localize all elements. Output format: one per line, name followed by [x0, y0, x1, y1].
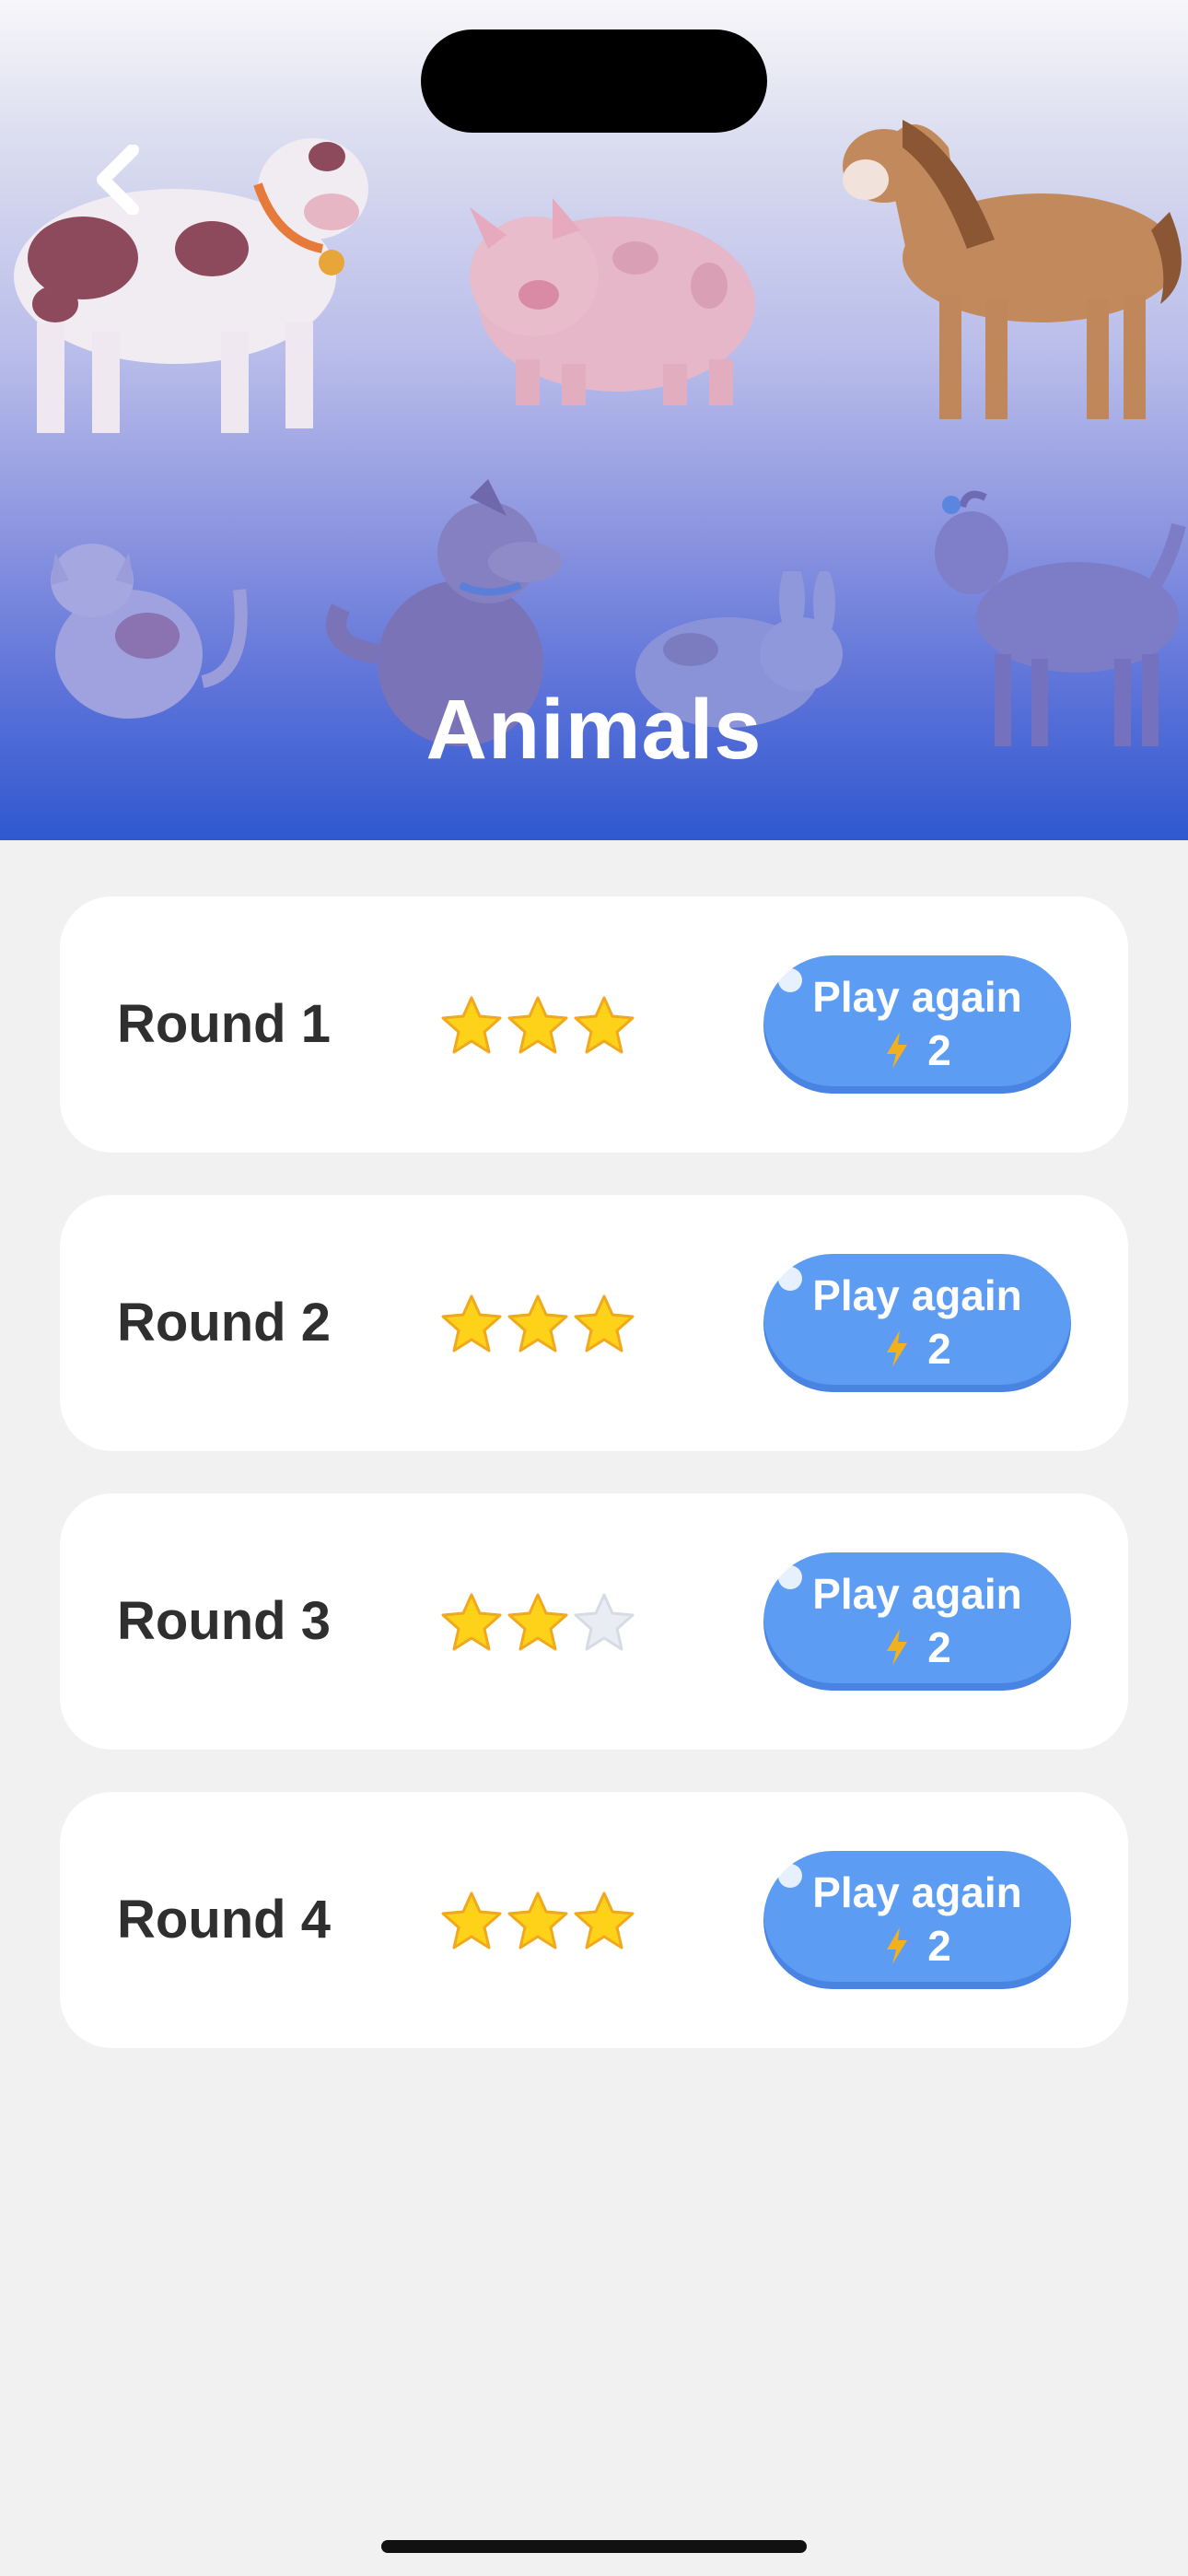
- star-filled-icon: [507, 1294, 568, 1352]
- horse-illustration: [843, 120, 1182, 419]
- star-filled-icon: [507, 1593, 568, 1651]
- round-card: Round 2 Play again 2: [60, 1195, 1128, 1451]
- play-again-label: Play again: [812, 1570, 1022, 1618]
- star-empty-icon: [574, 1593, 635, 1651]
- header-banner: Animals: [0, 0, 1188, 840]
- star-filled-icon: [507, 1891, 568, 1950]
- button-shine: [778, 1565, 802, 1589]
- star-rating: [439, 1890, 636, 1954]
- play-again-button[interactable]: Play again 2: [763, 955, 1071, 1094]
- play-again-label: Play again: [812, 1868, 1022, 1916]
- dynamic-island: [421, 29, 767, 133]
- lightning-bolt-icon: [887, 1927, 908, 1964]
- round-card: Round 1 Play again 2: [60, 896, 1128, 1153]
- button-shine: [778, 1864, 802, 1888]
- back-button[interactable]: [85, 138, 151, 221]
- round-card: Round 4 Play again 2: [60, 1792, 1128, 2048]
- energy-cost: 2: [763, 1921, 1071, 1971]
- star-filled-icon: [441, 996, 502, 1054]
- star-filled-icon: [574, 1891, 635, 1950]
- lightning-bolt-icon: [887, 1032, 908, 1069]
- round-label: Round 1: [117, 994, 331, 1054]
- energy-cost-value: 2: [927, 1623, 951, 1671]
- pig-illustration: [470, 198, 755, 405]
- star-rating: [439, 1293, 636, 1357]
- energy-cost-value: 2: [927, 1325, 951, 1373]
- star-filled-icon: [574, 1294, 635, 1352]
- play-again-label: Play again: [812, 1271, 1022, 1319]
- round-label: Round 4: [117, 1890, 331, 1950]
- lightning-bolt-icon: [887, 1629, 908, 1666]
- energy-cost: 2: [763, 1025, 1071, 1075]
- round-label: Round 3: [117, 1591, 331, 1651]
- star-filled-icon: [441, 1891, 502, 1950]
- round-label: Round 2: [117, 1293, 331, 1352]
- star-rating: [439, 994, 636, 1059]
- cow-illustration: [14, 138, 368, 433]
- play-again-button[interactable]: Play again 2: [763, 1552, 1071, 1691]
- star-rating: [439, 1591, 636, 1656]
- button-shine: [778, 1267, 802, 1291]
- energy-cost: 2: [763, 1622, 1071, 1672]
- energy-cost: 2: [763, 1324, 1071, 1374]
- star-filled-icon: [441, 1593, 502, 1651]
- star-filled-icon: [441, 1294, 502, 1352]
- star-filled-icon: [574, 996, 635, 1054]
- lightning-bolt-icon: [887, 1330, 908, 1367]
- home-indicator: [381, 2540, 807, 2553]
- button-shine: [778, 968, 802, 992]
- star-filled-icon: [507, 996, 568, 1054]
- energy-cost-value: 2: [927, 1026, 951, 1074]
- play-again-button[interactable]: Play again 2: [763, 1851, 1071, 1989]
- play-again-button[interactable]: Play again 2: [763, 1254, 1071, 1392]
- round-card: Round 3 Play again 2: [60, 1493, 1128, 1750]
- page-title: Animals: [425, 683, 763, 777]
- energy-cost-value: 2: [927, 1922, 951, 1970]
- chevron-left-icon: [97, 145, 139, 215]
- rounds-list: Round 1 Play again 2 Round 2 Play again 2 Roun…: [60, 896, 1128, 2090]
- play-again-label: Play again: [812, 973, 1022, 1021]
